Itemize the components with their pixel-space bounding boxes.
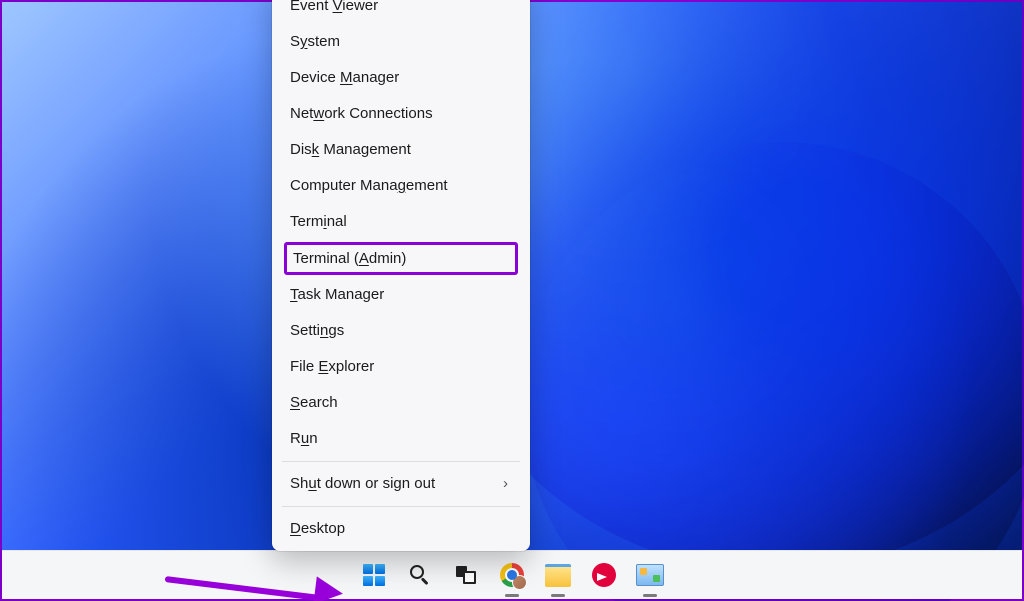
menu-item-run[interactable]: Run <box>272 421 530 457</box>
menu-divider <box>282 461 520 462</box>
menu-item-system[interactable]: System <box>272 24 530 60</box>
search-button[interactable] <box>404 559 436 591</box>
search-icon <box>409 564 431 586</box>
annotation-highlight-box: Terminal (Admin) <box>284 242 518 275</box>
menu-item-terminal-admin[interactable]: Terminal (Admin) <box>293 250 509 267</box>
chevron-right-icon: › <box>503 474 512 494</box>
menu-item-network-connections[interactable]: Network Connections <box>272 96 530 132</box>
control-panel-icon <box>636 564 664 586</box>
winx-power-user-menu: Event Viewer System Device Manager Netwo… <box>272 0 530 551</box>
menu-item-search[interactable]: Search <box>272 385 530 421</box>
menu-item-event-viewer[interactable]: Event Viewer <box>272 0 530 24</box>
menu-item-settings[interactable]: Settings <box>272 313 530 349</box>
menu-item-desktop[interactable]: Desktop <box>272 511 530 547</box>
control-panel-app[interactable] <box>634 559 666 591</box>
task-view-button[interactable] <box>450 559 482 591</box>
taskbar <box>2 550 1022 599</box>
menu-item-file-explorer[interactable]: File Explorer <box>272 349 530 385</box>
folder-icon <box>545 564 571 587</box>
menu-item-device-manager[interactable]: Device Manager <box>272 60 530 96</box>
profile-avatar-icon <box>512 575 527 590</box>
start-button[interactable] <box>358 559 390 591</box>
menu-item-disk-management[interactable]: Disk Management <box>272 132 530 168</box>
chrome-icon <box>500 563 524 587</box>
chrome-app[interactable] <box>496 559 528 591</box>
media-app-icon <box>592 563 616 587</box>
menu-item-shutdown-signout[interactable]: Shut down or sign out › <box>272 466 530 502</box>
task-view-icon <box>456 566 476 584</box>
menu-item-computer-management[interactable]: Computer Management <box>272 168 530 204</box>
menu-item-terminal[interactable]: Terminal <box>272 204 530 240</box>
media-app[interactable] <box>588 559 620 591</box>
windows-logo-icon <box>363 564 385 586</box>
menu-divider <box>282 506 520 507</box>
file-explorer-app[interactable] <box>542 559 574 591</box>
menu-item-task-manager[interactable]: Task Manager <box>272 277 530 313</box>
